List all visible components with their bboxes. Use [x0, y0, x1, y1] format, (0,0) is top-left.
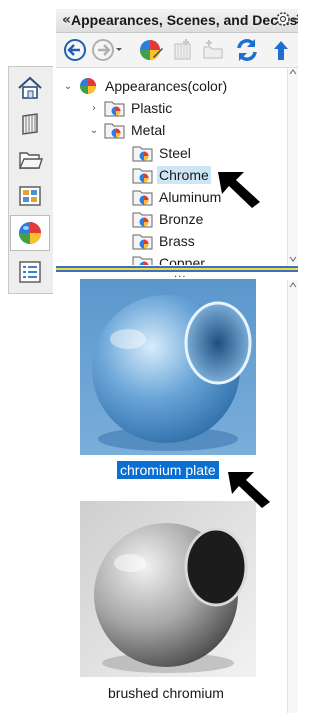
tab-design-library[interactable]: [11, 107, 49, 141]
appearance-ball-icon[interactable]: [138, 37, 164, 63]
appearance-folder-icon: [132, 212, 153, 228]
list-icon: [19, 261, 41, 283]
chevron-right-icon[interactable]: ›: [88, 103, 100, 114]
panel-header: « Appearances, Scenes, and Decals: [56, 9, 298, 33]
appearance-folder-icon: [104, 123, 125, 139]
add-folder-icon[interactable]: [170, 37, 196, 63]
tree-item-bronze[interactable]: Bronze: [132, 209, 205, 229]
tree-item-label: Metal: [131, 122, 166, 138]
property-manager-icon: [19, 186, 41, 206]
tab-appearances[interactable]: [10, 215, 50, 251]
annotation-arrow-icon: [228, 472, 270, 508]
tab-file-explorer[interactable]: [11, 143, 49, 177]
forward-arrow-icon[interactable]: [90, 37, 124, 63]
appearance-folder-icon: [132, 190, 153, 206]
tree-item-label: Bronze: [159, 211, 204, 227]
appearance-ball-icon: [19, 222, 41, 244]
tree-item-plastic[interactable]: › Plastic: [88, 98, 174, 118]
tree-item-steel[interactable]: Steel: [132, 143, 193, 163]
folder-icon: [18, 152, 43, 169]
appearance-folder-icon: [104, 101, 125, 117]
chevron-down-icon[interactable]: ⌄: [88, 125, 100, 136]
task-pane-tabs: [8, 66, 53, 294]
tree-scrollbar[interactable]: [287, 68, 298, 265]
swatch-chromium-plate[interactable]: [80, 279, 256, 455]
tree-item-label: Brass: [159, 233, 195, 249]
tree-item-label: Appearances(color): [105, 78, 228, 94]
tab-custom-properties[interactable]: [11, 255, 49, 289]
gear-icon[interactable]: [274, 10, 292, 28]
refresh-icon[interactable]: [234, 37, 260, 63]
gallery-scrollbar[interactable]: [287, 280, 298, 713]
swatch-brushed-chromium[interactable]: [80, 501, 256, 677]
appearance-folder-icon: [132, 168, 153, 184]
tree-item-chrome[interactable]: Chrome: [132, 165, 211, 185]
chevron-down-icon[interactable]: ⌄: [62, 81, 74, 92]
tree-item-label: Steel: [159, 145, 191, 161]
up-arrow-icon[interactable]: [268, 37, 294, 63]
tree-item-aluminum[interactable]: Aluminum: [132, 187, 223, 207]
tree-item-label: Chrome: [157, 166, 211, 184]
tree-root[interactable]: ⌄ Appearances(color): [62, 76, 229, 96]
home-icon: [18, 76, 42, 99]
back-arrow-icon[interactable]: [62, 37, 88, 63]
tab-view-palette[interactable]: [11, 179, 49, 213]
tree-item-metal[interactable]: ⌄ Metal: [88, 120, 167, 140]
new-folder-icon[interactable]: [200, 37, 226, 63]
annotation-arrow-icon: [218, 172, 260, 208]
tree-item-brass[interactable]: Brass: [132, 231, 197, 251]
swatch-label-brushed-chromium[interactable]: brushed chromium: [108, 685, 224, 701]
pin-icon[interactable]: [292, 10, 298, 28]
parts-icon: [22, 113, 38, 135]
appearance-ball-icon: [80, 78, 96, 94]
appearance-folder-icon: [132, 146, 153, 162]
appearance-toolbar: [56, 33, 298, 68]
pane-splitter[interactable]: ···: [56, 264, 298, 283]
panel-title: Appearances, Scenes, and Decals: [71, 12, 298, 28]
appearance-folder-icon: [132, 234, 153, 250]
tree-item-label: Plastic: [131, 100, 173, 116]
collapse-panel-button[interactable]: «: [62, 12, 71, 28]
tab-home[interactable]: [11, 71, 49, 105]
swatch-label-chromium-plate[interactable]: chromium plate: [117, 461, 219, 479]
